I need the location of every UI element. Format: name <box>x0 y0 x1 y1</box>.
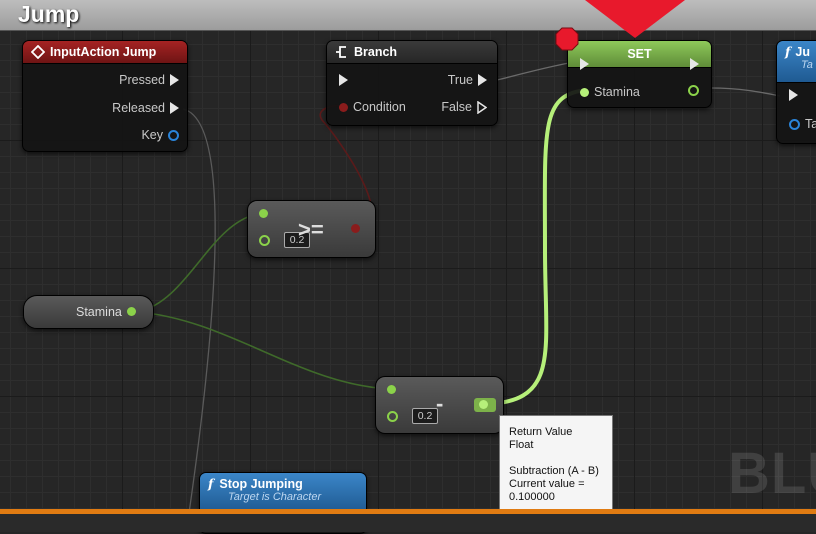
float-pin-icon <box>580 87 589 97</box>
released-pin[interactable]: Released <box>112 101 179 115</box>
bottom-panel <box>0 514 816 532</box>
breakpoint-icon[interactable] <box>555 27 579 51</box>
stop-jumping-title: Stop Jumping <box>219 476 303 491</box>
branch-title: Branch <box>354 45 398 59</box>
true-label: True <box>447 73 473 87</box>
condition-label: Condition <box>353 100 406 114</box>
event-diamond-icon <box>31 45 45 59</box>
jump-function-title: Ju <box>795 44 810 59</box>
false-pin[interactable]: False <box>441 100 487 114</box>
key-label: Key <box>141 128 163 142</box>
set-stamina-label: Stamina <box>594 85 640 99</box>
pressed-pin[interactable]: Pressed <box>119 73 179 87</box>
exec-pin-icon <box>478 74 487 86</box>
compare-operator: >= <box>298 217 324 242</box>
set-title: SET <box>627 47 652 61</box>
graph-title: Jump <box>18 1 80 27</box>
set-exec-out-pin[interactable] <box>690 58 699 70</box>
exec-pin-icon <box>789 89 798 101</box>
wire-subtract-to-set <box>488 88 587 406</box>
bool-pin-icon[interactable] <box>351 224 360 233</box>
input-action-jump-node[interactable]: InputAction Jump Pressed Released Key <box>22 40 188 152</box>
float-pin-icon[interactable] <box>259 235 270 246</box>
input-action-header: InputAction Jump <box>23 41 187 64</box>
jump-exec-in-pin[interactable] <box>789 89 798 101</box>
stamina-get-label: Stamina <box>76 305 122 319</box>
pin-tooltip: Return Value Float Subtraction (A - B) C… <box>499 415 613 514</box>
wire-released <box>182 108 216 521</box>
branch-icon <box>336 46 346 58</box>
stamina-get-node[interactable]: Stamina <box>23 295 154 329</box>
bool-pin-icon <box>339 102 348 112</box>
jump-function-subtitle: Ta <box>801 59 813 71</box>
float-pin-icon[interactable] <box>387 385 396 394</box>
exec-pin-icon <box>690 58 699 70</box>
branch-node[interactable]: Branch True Condition False <box>326 40 498 126</box>
input-action-title: InputAction Jump <box>50 45 157 59</box>
branch-exec-in-pin[interactable] <box>339 74 348 86</box>
pressed-label: Pressed <box>119 73 165 87</box>
exec-pin-icon <box>170 74 179 86</box>
subtract-default-value[interactable]: 0.2 <box>412 408 438 424</box>
object-pin-icon <box>789 118 800 130</box>
float-pin-icon[interactable] <box>387 411 398 422</box>
tooltip-spacer <box>509 452 612 465</box>
wire-true-exec <box>496 61 576 81</box>
function-icon: f <box>785 44 791 59</box>
set-stamina-input-pin[interactable]: Stamina <box>580 85 640 99</box>
struct-pin-icon <box>168 129 179 141</box>
false-label: False <box>441 100 472 114</box>
function-icon: f <box>208 476 214 491</box>
subtract-node[interactable]: 0.2 - <box>375 376 504 434</box>
wire-stamina-subtract <box>137 311 392 390</box>
exec-pin-icon <box>170 102 179 114</box>
graph-title-bar: Jump <box>0 0 816 31</box>
true-pin[interactable]: True <box>448 73 487 87</box>
greater-equal-node[interactable]: 0.2 >= <box>247 200 376 258</box>
tooltip-line: Float <box>509 439 534 451</box>
tooltip-line: Return Value <box>509 426 573 438</box>
condition-pin[interactable]: Condition <box>339 100 406 114</box>
set-exec-in-pin[interactable] <box>580 58 589 70</box>
jump-function-node[interactable]: f Ju Ta Ta <box>776 40 816 144</box>
float-pin-icon[interactable] <box>127 307 136 316</box>
exec-pin-icon <box>580 58 589 70</box>
set-stamina-output-pin[interactable] <box>688 85 699 96</box>
float-pin-icon[interactable] <box>479 400 488 409</box>
jump-function-header: f Ju Ta <box>777 41 816 83</box>
wire-stamina-compare <box>137 212 263 313</box>
stop-jumping-header: f Stop Jumping Target is Character <box>200 473 366 513</box>
set-stamina-node[interactable]: SET Stamina <box>567 40 712 108</box>
float-pin-icon[interactable] <box>259 209 268 218</box>
debug-arrow-icon <box>585 0 685 38</box>
released-label: Released <box>112 101 165 115</box>
exec-pin-hollow-icon <box>477 100 487 114</box>
subtract-operator: - <box>436 391 444 416</box>
jump-target-label: Ta <box>805 117 816 131</box>
wire-set-exec <box>710 87 781 97</box>
tooltip-line: Current value = <box>509 478 585 490</box>
float-pin-icon <box>688 85 699 96</box>
key-pin[interactable]: Key <box>141 128 179 142</box>
stop-jumping-subtitle: Target is Character <box>228 491 322 503</box>
tooltip-line: Subtraction (A - B) <box>509 465 599 477</box>
exec-pin-icon <box>339 74 348 86</box>
tooltip-line: 0.100000 <box>509 491 555 503</box>
branch-header: Branch <box>327 41 497 64</box>
jump-target-pin[interactable]: Ta <box>789 117 816 131</box>
